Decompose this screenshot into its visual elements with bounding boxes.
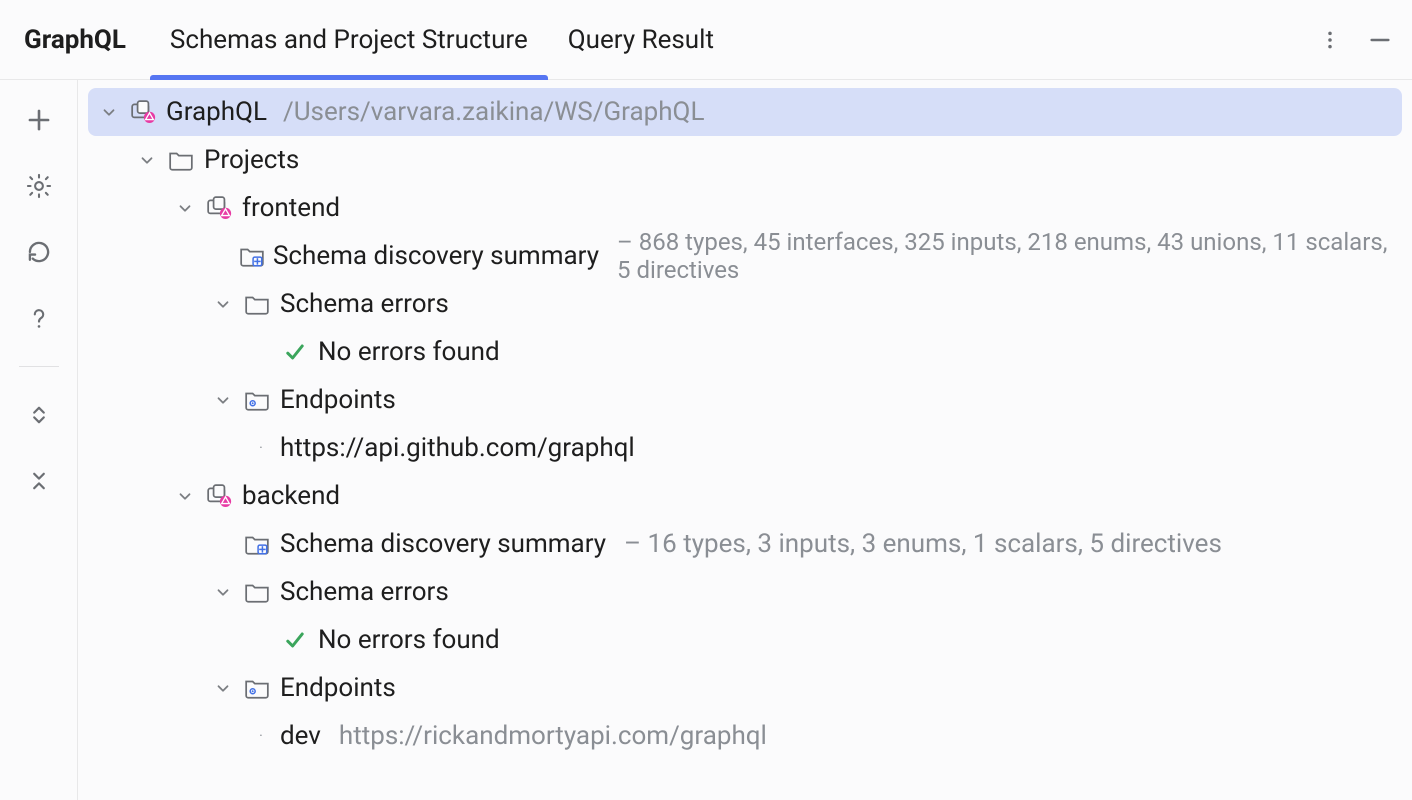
discovery-meta: – 868 types, 45 interfaces, 325 inputs, … bbox=[617, 228, 1392, 284]
chevron-down-icon[interactable] bbox=[212, 679, 234, 697]
tabs: Schemas and Project Structure Query Resu… bbox=[150, 0, 734, 79]
header: GraphQL Schemas and Project Structure Qu… bbox=[0, 0, 1412, 80]
tool-window-title: GraphQL bbox=[0, 25, 150, 55]
endpoints-label: Endpoints bbox=[280, 385, 396, 415]
root-name: GraphQL bbox=[166, 97, 267, 127]
chevron-down-icon[interactable] bbox=[136, 151, 158, 169]
schema-folder-icon bbox=[239, 245, 265, 267]
sidebar bbox=[0, 80, 78, 800]
expand-updown-icon[interactable] bbox=[17, 393, 61, 437]
endpoint-name: dev bbox=[280, 721, 321, 751]
tab-label: Query Result bbox=[568, 25, 714, 55]
endpoint-folder-icon bbox=[242, 389, 272, 411]
schema-errors-node[interactable]: Schema errors bbox=[88, 280, 1402, 328]
chevron-down-icon[interactable] bbox=[212, 583, 234, 601]
projects-node[interactable]: Projects bbox=[88, 136, 1402, 184]
graphql-project-icon bbox=[204, 195, 234, 221]
graphql-project-icon bbox=[128, 99, 158, 125]
schema-discovery-node[interactable]: Schema discovery summary – 16 types, 3 i… bbox=[88, 520, 1402, 568]
chevron-down-icon[interactable] bbox=[98, 103, 120, 121]
tree-root[interactable]: GraphQL /Users/varvara.zaikina/WS/GraphQ… bbox=[88, 88, 1402, 136]
endpoint-item[interactable]: · dev https://rickandmortyapi.com/graphq… bbox=[88, 712, 1402, 760]
schema-discovery-node[interactable]: Schema discovery summary – 868 types, 45… bbox=[88, 232, 1402, 280]
add-icon[interactable] bbox=[17, 98, 61, 142]
endpoints-node[interactable]: Endpoints bbox=[88, 664, 1402, 712]
check-icon bbox=[280, 340, 310, 364]
no-errors-item: No errors found bbox=[88, 616, 1402, 664]
bullet-});icon: · bbox=[250, 440, 272, 456]
tab-query-result[interactable]: Query Result bbox=[548, 0, 734, 79]
errors-status: No errors found bbox=[318, 337, 500, 367]
schema-errors-node[interactable]: Schema errors bbox=[88, 568, 1402, 616]
folder-icon bbox=[166, 149, 196, 171]
endpoint-url: https://rickandmortyapi.com/graphql bbox=[339, 721, 767, 751]
header-actions bbox=[1310, 0, 1400, 79]
tab-schemas[interactable]: Schemas and Project Structure bbox=[150, 0, 548, 79]
errors-label: Schema errors bbox=[280, 577, 449, 607]
gear-icon[interactable] bbox=[17, 164, 61, 208]
endpoint-item[interactable]: · https://api.github.com/graphql bbox=[88, 424, 1402, 472]
endpoints-node[interactable]: Endpoints bbox=[88, 376, 1402, 424]
schema-folder-icon bbox=[242, 533, 272, 555]
tree-panel: GraphQL /Users/varvara.zaikina/WS/GraphQ… bbox=[78, 80, 1412, 800]
endpoints-label: Endpoints bbox=[280, 673, 396, 703]
chevron-down-icon[interactable] bbox=[174, 199, 196, 217]
endpoint-url: https://api.github.com/graphql bbox=[280, 433, 635, 463]
discovery-label: Schema discovery summary bbox=[280, 529, 606, 559]
chevron-down-icon[interactable] bbox=[212, 295, 234, 313]
project-node-frontend[interactable]: frontend bbox=[88, 184, 1402, 232]
errors-label: Schema errors bbox=[280, 289, 449, 319]
check-icon bbox=[280, 628, 310, 652]
project-name: backend bbox=[242, 481, 340, 511]
more-icon[interactable] bbox=[1310, 20, 1350, 60]
chevron-down-icon[interactable] bbox=[174, 487, 196, 505]
no-errors-item: No errors found bbox=[88, 328, 1402, 376]
tab-label: Schemas and Project Structure bbox=[170, 25, 528, 55]
collapse-updown-icon[interactable] bbox=[17, 459, 61, 503]
project-name: frontend bbox=[242, 193, 340, 223]
endpoint-folder-icon bbox=[242, 677, 272, 699]
folder-icon bbox=[242, 293, 272, 315]
refresh-icon[interactable] bbox=[17, 230, 61, 274]
chevron-down-icon[interactable] bbox=[212, 391, 234, 409]
folder-icon bbox=[242, 581, 272, 603]
discovery-meta: – 16 types, 3 inputs, 3 enums, 1 scalars… bbox=[624, 529, 1222, 559]
divider bbox=[19, 366, 59, 367]
bullet-icon: · bbox=[250, 728, 272, 744]
projects-label: Projects bbox=[204, 145, 299, 175]
errors-status: No errors found bbox=[318, 625, 500, 655]
project-node-backend[interactable]: backend bbox=[88, 472, 1402, 520]
minimize-icon[interactable] bbox=[1360, 20, 1400, 60]
discovery-label: Schema discovery summary bbox=[273, 241, 599, 271]
graphql-project-icon bbox=[204, 483, 234, 509]
help-icon[interactable] bbox=[17, 296, 61, 340]
root-path: /Users/varvara.zaikina/WS/GraphQL bbox=[283, 97, 704, 127]
